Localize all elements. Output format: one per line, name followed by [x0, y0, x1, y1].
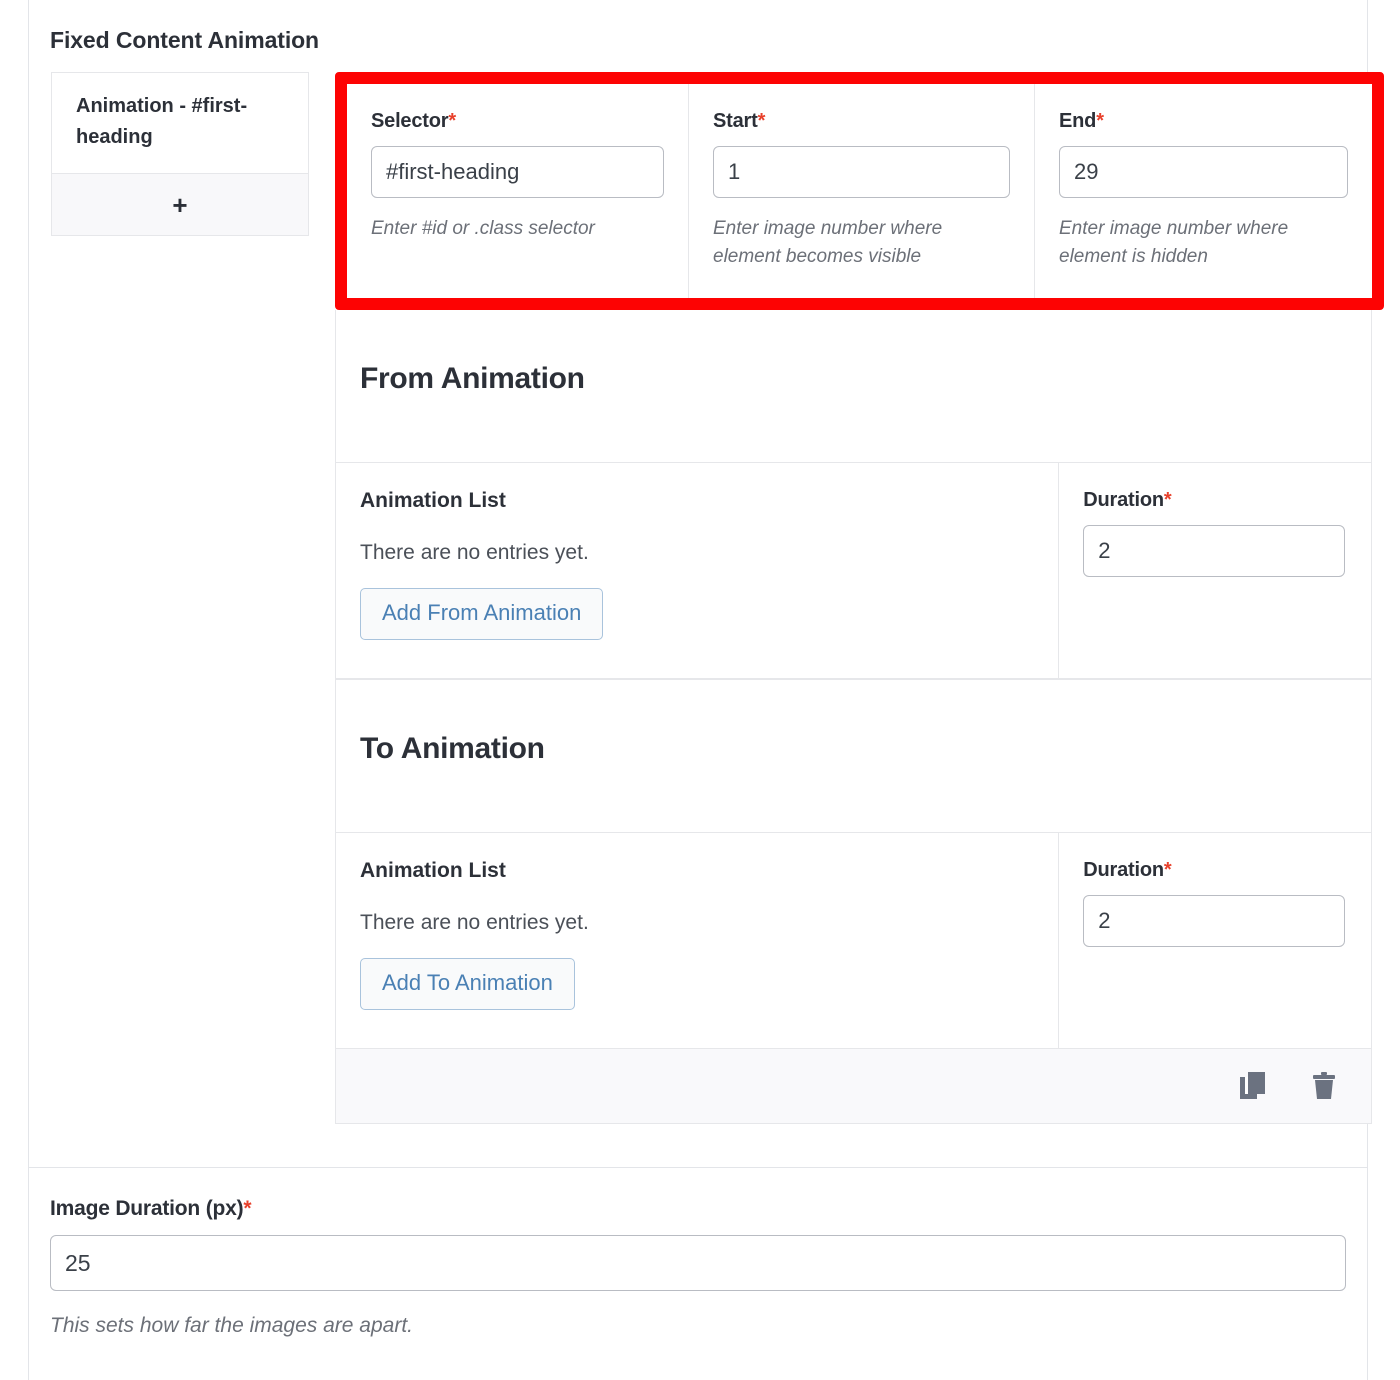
to-animation-columns: Animation List There are no entries yet.…: [336, 833, 1371, 1050]
to-duration-label-text: Duration: [1083, 859, 1164, 882]
from-duration-label-text: Duration: [1083, 489, 1164, 512]
start-input[interactable]: [713, 146, 1010, 198]
end-input[interactable]: [1059, 146, 1348, 198]
selector-label-text: Selector: [371, 110, 449, 132]
image-duration-label-text: Image Duration (px): [50, 1197, 244, 1220]
to-duration-required-asterisk: *: [1163, 859, 1172, 882]
from-animation-header: From Animation: [336, 310, 1371, 464]
page-root: Fixed Content Animation Animation - #fir…: [0, 0, 1400, 1380]
to-animation-duration-column: Duration*: [1059, 833, 1371, 1048]
from-duration-label: Duration*: [1083, 489, 1347, 512]
delete-animation-button[interactable]: [1307, 1069, 1341, 1103]
from-duration-required-asterisk: *: [1163, 489, 1172, 512]
animation-panel: Selector* Enter #id or .class selector S…: [335, 72, 1384, 1125]
image-duration-required-asterisk: *: [243, 1197, 252, 1220]
animation-tab-list: Animation - #first-heading +: [51, 72, 309, 236]
add-from-animation-button[interactable]: Add From Animation: [360, 588, 604, 641]
trash-icon: [1309, 1070, 1339, 1102]
start-label-text: Start: [713, 110, 758, 132]
duplicate-icon: [1239, 1070, 1269, 1102]
selector-label: Selector*: [371, 110, 664, 133]
from-duration-input[interactable]: [1083, 525, 1346, 578]
selector-help-text: Enter #id or .class selector: [371, 218, 595, 239]
end-label: End*: [1059, 110, 1348, 133]
from-animation-columns: Animation List There are no entries yet.…: [336, 463, 1371, 680]
end-field-group: End* Enter image number where element is…: [1035, 84, 1372, 298]
from-animation-empty-text: There are no entries yet.: [360, 541, 589, 565]
add-animation-tab-button[interactable]: +: [52, 174, 308, 236]
from-animation-heading: From Animation: [360, 362, 585, 396]
image-duration-help-text: This sets how far the images are apart.: [50, 1314, 413, 1337]
end-required-asterisk: *: [1096, 110, 1104, 132]
page-title: Fixed Content Animation: [50, 27, 320, 53]
duplicate-animation-button[interactable]: [1237, 1069, 1271, 1103]
card-body: Fixed Content Animation Animation - #fir…: [29, 0, 1384, 1168]
image-duration-input[interactable]: [50, 1235, 1346, 1291]
highlight-annotation-box: Selector* Enter #id or .class selector S…: [335, 72, 1384, 311]
start-required-asterisk: *: [757, 110, 766, 132]
to-animation-empty-text: There are no entries yet.: [360, 911, 589, 935]
image-duration-label: Image Duration (px)*: [50, 1197, 1348, 1221]
settings-card: Fixed Content Animation Animation - #fir…: [28, 0, 1384, 1380]
sidebar-item-animation-first-heading[interactable]: Animation - #first-heading: [52, 73, 308, 174]
from-animation-list-label: Animation List: [360, 489, 506, 513]
add-to-animation-button[interactable]: Add To Animation: [360, 958, 575, 1011]
start-label: Start*: [713, 110, 1010, 133]
selector-range-row: Selector* Enter #id or .class selector S…: [347, 84, 1372, 299]
to-duration-label: Duration*: [1083, 859, 1347, 882]
start-help-text: Enter image number where element becomes…: [713, 218, 943, 267]
to-animation-heading: To Animation: [360, 732, 545, 766]
animation-actions-footer: [336, 1049, 1371, 1124]
to-duration-input[interactable]: [1083, 895, 1346, 948]
selector-input[interactable]: [371, 146, 664, 198]
from-animation-duration-column: Duration*: [1059, 463, 1371, 678]
from-animation-block: From Animation Animation List There are …: [335, 310, 1372, 681]
end-help-text: Enter image number where element is hidd…: [1059, 218, 1289, 267]
end-label-text: End: [1059, 110, 1097, 132]
to-animation-block: To Animation Animation List There are no…: [335, 680, 1372, 1125]
to-animation-list-label: Animation List: [360, 859, 506, 883]
selector-required-asterisk: *: [448, 110, 456, 132]
image-duration-field-group: Image Duration (px)* This sets how far t…: [29, 1169, 1368, 1341]
to-animation-list-column: Animation List There are no entries yet.…: [336, 833, 1060, 1049]
start-field-group: Start* Enter image number where element …: [689, 84, 1035, 299]
to-animation-header: To Animation: [336, 680, 1371, 834]
from-animation-list-column: Animation List There are no entries yet.…: [336, 463, 1060, 679]
selector-field-group: Selector* Enter #id or .class selector: [347, 84, 689, 299]
